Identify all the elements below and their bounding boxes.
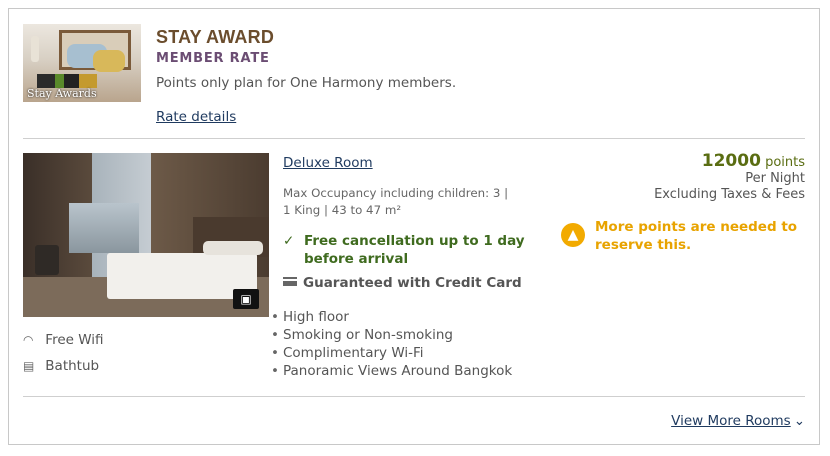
- section-divider: [23, 396, 805, 397]
- credit-card-icon: [283, 277, 297, 286]
- wifi-icon: ◠: [23, 333, 34, 347]
- rate-details-link[interactable]: Rate details: [156, 109, 236, 125]
- feature-item: Smoking or Non-smoking: [271, 326, 512, 344]
- rate-card: Stay Awards STAY AWARD MEMBER RATE Point…: [8, 8, 820, 445]
- insufficient-points-warning: ▲ More points are needed to reserve this…: [561, 218, 801, 254]
- taxes-note: Excluding Taxes & Fees: [654, 187, 805, 202]
- per-night: Per Night: [745, 171, 805, 186]
- occupancy-line: Max Occupancy including children: 3 |: [283, 186, 509, 200]
- guarantee-info: Guaranteed with Credit Card: [283, 275, 522, 291]
- price-block: 12000 points Per Night Excluding Taxes &…: [654, 153, 805, 203]
- bed-size-line: 1 King | 43 to 47 m²: [283, 203, 402, 217]
- price-points: 12000: [701, 151, 761, 171]
- chevron-down-icon: ⌄: [793, 413, 805, 429]
- amenity-label: Bathtub: [45, 358, 100, 374]
- image-caption: Stay Awards: [27, 87, 97, 100]
- rate-description: Points only plan for One Harmony members…: [156, 75, 457, 91]
- room-photo[interactable]: ▣: [23, 153, 269, 317]
- occupancy-info: Max Occupancy including children: 3 | 1 …: [283, 185, 539, 219]
- section-divider: [23, 138, 805, 139]
- price-unit: points: [765, 155, 805, 170]
- room-features: High floor Smoking or Non-smoking Compli…: [271, 308, 512, 380]
- amenity-label: Free Wifi: [45, 332, 104, 348]
- bathtub-icon: ▤: [23, 359, 35, 373]
- rate-subtitle: MEMBER RATE: [156, 51, 270, 66]
- feature-item: Panoramic Views Around Bangkok: [271, 362, 512, 380]
- stay-awards-image: Stay Awards: [23, 24, 141, 102]
- cancellation-text: Free cancellation up to 1 day before arr…: [304, 233, 525, 267]
- gallery-icon[interactable]: ▣: [233, 289, 259, 309]
- feature-item: High floor: [271, 308, 512, 326]
- check-icon: ✓: [283, 233, 295, 249]
- amenity-wifi: ◠ Free Wifi: [23, 332, 104, 348]
- amenity-bathtub: ▤ Bathtub: [23, 358, 99, 374]
- guarantee-text: Guaranteed with Credit Card: [303, 275, 522, 291]
- view-more-label: View More Rooms: [671, 413, 791, 429]
- feature-item: Complimentary Wi-Fi: [271, 344, 512, 362]
- rate-title: STAY AWARD: [156, 27, 275, 47]
- warning-icon: ▲: [561, 223, 585, 247]
- view-more-rooms-link[interactable]: View More Rooms ⌄: [671, 413, 805, 429]
- room-name-link[interactable]: Deluxe Room: [283, 155, 373, 171]
- warning-text: More points are needed to reserve this.: [595, 219, 798, 253]
- free-cancellation: ✓ Free cancellation up to 1 day before a…: [283, 232, 543, 268]
